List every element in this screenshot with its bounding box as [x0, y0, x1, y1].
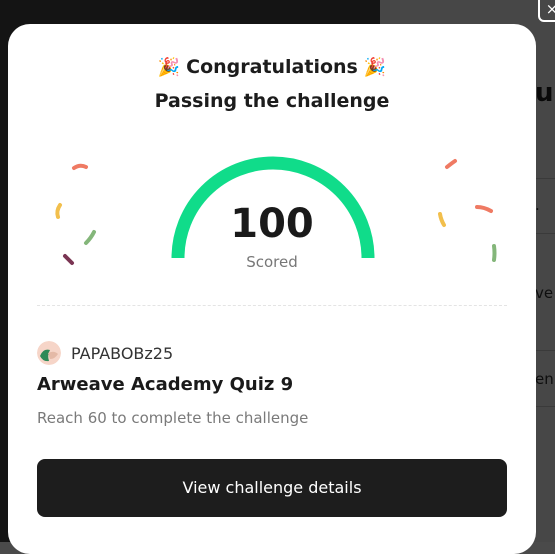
username: PAPABOBz25	[71, 343, 174, 363]
pass-requirement-text: Reach 60 to complete the challenge	[37, 409, 309, 427]
title-text: Congratulations	[186, 56, 358, 78]
party-popper-icon: 🎉	[157, 57, 181, 78]
modal-subtitle: Passing the challenge	[154, 90, 390, 112]
score-label: Scored	[246, 253, 298, 271]
avatar	[37, 341, 61, 365]
user-info: PAPABOBz25	[37, 340, 173, 366]
section-divider	[37, 305, 507, 306]
close-icon[interactable]: ×	[538, 0, 555, 22]
party-popper-icon: 🎉	[363, 57, 387, 78]
challenge-result-modal: 🎉 Congratulations 🎉 Passing the challenge …	[8, 24, 536, 554]
quiz-title: Arweave Academy Quiz 9	[37, 374, 294, 395]
modal-title: 🎉 Congratulations 🎉	[8, 56, 536, 78]
score-value: 100	[230, 201, 314, 247]
view-challenge-details-button[interactable]: View challenge details	[37, 459, 507, 517]
